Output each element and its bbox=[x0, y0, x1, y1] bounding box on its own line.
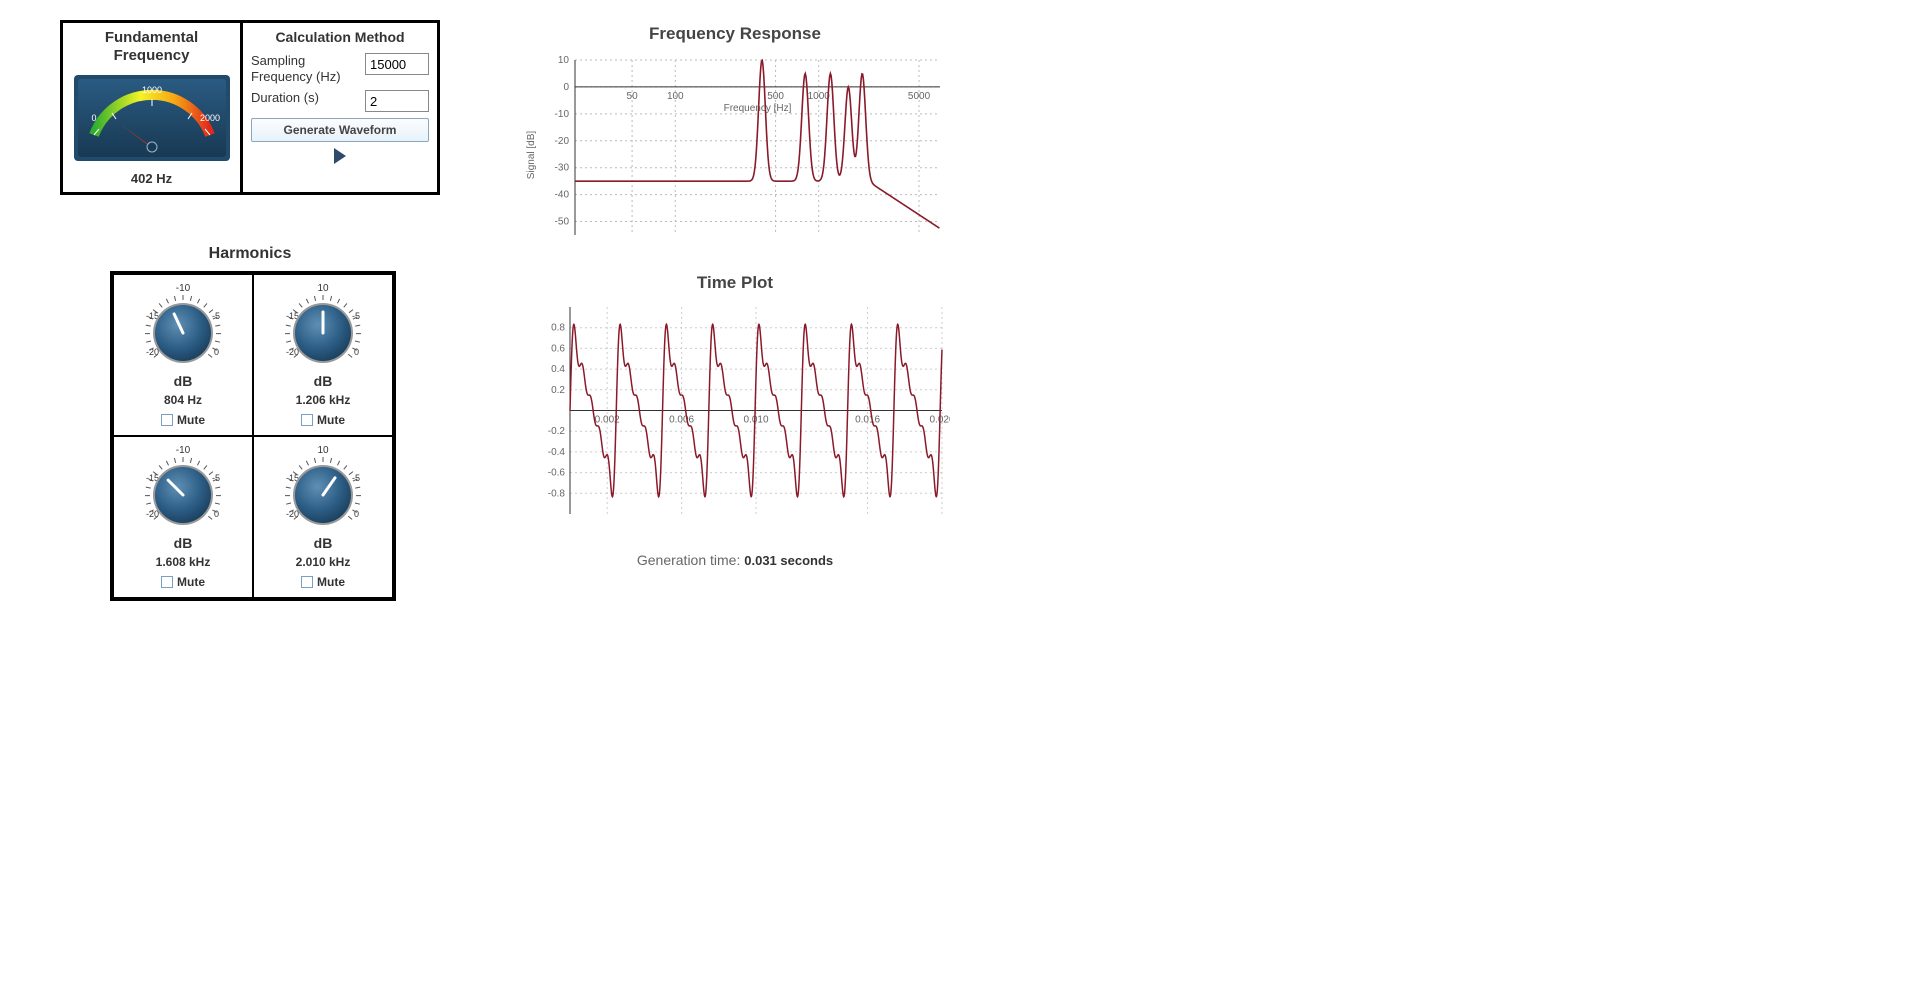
svg-text:0.6: 0.6 bbox=[551, 343, 565, 354]
svg-text:-30: -30 bbox=[555, 163, 570, 174]
mute-label: Mute bbox=[317, 575, 345, 589]
db-label: dB bbox=[258, 373, 388, 389]
generation-time-row: Generation time: 0.031 seconds bbox=[520, 552, 950, 568]
harmonic-freq-1: 804 Hz bbox=[118, 393, 248, 407]
duration-input[interactable] bbox=[365, 90, 429, 112]
svg-text:-5: -5 bbox=[352, 473, 360, 483]
harmonic-freq-3: 1.608 kHz bbox=[118, 555, 248, 569]
svg-text:500: 500 bbox=[767, 91, 784, 102]
harmonic-freq-2: 1.206 kHz bbox=[258, 393, 388, 407]
generate-waveform-button[interactable]: Generate Waveform bbox=[251, 118, 429, 142]
svg-text:-0.8: -0.8 bbox=[548, 488, 566, 499]
svg-text:0.8: 0.8 bbox=[551, 323, 565, 334]
fundamental-frequency-box: Fundamental Frequency bbox=[63, 23, 243, 192]
time-plot-chart: -0.8-0.6-0.4-0.20.20.40.60.80.0020.0060.… bbox=[520, 299, 950, 529]
frequency-response-chart: -50 -40 -30 -20 -10 0 10 50 100 500 1000 5000 Freque… bbox=[520, 50, 950, 260]
svg-text:0.010: 0.010 bbox=[743, 415, 768, 426]
svg-text:-10: -10 bbox=[555, 109, 570, 120]
svg-text:10: 10 bbox=[317, 445, 329, 456]
svg-text:-10: -10 bbox=[176, 283, 191, 294]
db-label: dB bbox=[118, 373, 248, 389]
mute-label: Mute bbox=[317, 413, 345, 427]
svg-text:2000: 2000 bbox=[199, 113, 219, 123]
svg-text:100: 100 bbox=[667, 91, 684, 102]
harmonics-grid: -10 -15 -5 -20 0 dB 804 Hz Mute 10 -15 -… bbox=[110, 271, 396, 601]
harmonic-knob-1[interactable]: -10 -15 -5 -20 0 bbox=[138, 281, 228, 371]
svg-text:Signal [dB]: Signal [dB] bbox=[526, 131, 537, 180]
calculation-title: Calculation Method bbox=[251, 29, 429, 45]
svg-text:-20: -20 bbox=[555, 136, 570, 147]
svg-text:-0.4: -0.4 bbox=[548, 447, 566, 458]
harmonics-title: Harmonics bbox=[110, 245, 390, 263]
calculation-box: Calculation Method Sampling Frequency (H… bbox=[243, 23, 437, 192]
svg-text:5000: 5000 bbox=[908, 91, 931, 102]
db-label: dB bbox=[258, 535, 388, 551]
svg-text:50: 50 bbox=[627, 91, 639, 102]
harmonic-freq-4: 2.010 kHz bbox=[258, 555, 388, 569]
svg-text:0: 0 bbox=[354, 509, 359, 519]
fundamental-title: Fundamental Frequency bbox=[69, 29, 234, 65]
svg-text:Frequency [Hz]: Frequency [Hz] bbox=[724, 103, 792, 114]
svg-text:-40: -40 bbox=[555, 190, 570, 201]
mute-checkbox-3[interactable] bbox=[161, 576, 173, 588]
play-icon[interactable] bbox=[334, 148, 346, 164]
mute-checkbox-4[interactable] bbox=[301, 576, 313, 588]
svg-text:0.4: 0.4 bbox=[551, 364, 565, 375]
svg-text:1000: 1000 bbox=[808, 91, 831, 102]
svg-text:-50: -50 bbox=[555, 217, 570, 228]
generation-time-label: Generation time: bbox=[637, 552, 741, 568]
svg-text:-0.6: -0.6 bbox=[548, 468, 566, 479]
top-panel: Fundamental Frequency bbox=[60, 20, 440, 195]
harmonic-cell-1: -10 -15 -5 -20 0 dB 804 Hz Mute bbox=[113, 274, 253, 436]
mute-label: Mute bbox=[177, 413, 205, 427]
frequency-gauge[interactable]: 0 1000 2000 bbox=[72, 73, 232, 163]
svg-text:0: 0 bbox=[354, 347, 359, 357]
svg-text:-5: -5 bbox=[212, 473, 220, 483]
svg-text:-10: -10 bbox=[176, 445, 191, 456]
db-label: dB bbox=[118, 535, 248, 551]
harmonic-knob-4[interactable]: 10 -15 -5 -20 0 bbox=[278, 443, 368, 533]
harmonic-knob-2[interactable]: 10 -15 -5 -20 0 bbox=[278, 281, 368, 371]
freq-response-title: Frequency Response bbox=[520, 24, 950, 44]
svg-text:-0.2: -0.2 bbox=[548, 426, 566, 437]
svg-text:0: 0 bbox=[214, 509, 219, 519]
mute-checkbox-1[interactable] bbox=[161, 414, 173, 426]
svg-text:0: 0 bbox=[91, 113, 96, 123]
svg-text:0: 0 bbox=[214, 347, 219, 357]
mute-label: Mute bbox=[177, 575, 205, 589]
svg-text:-5: -5 bbox=[212, 311, 220, 321]
sampling-input[interactable] bbox=[365, 53, 429, 75]
svg-text:-5: -5 bbox=[352, 311, 360, 321]
sampling-label: Sampling Frequency (Hz) bbox=[251, 53, 359, 84]
generation-time-value: 0.031 seconds bbox=[744, 553, 833, 568]
svg-text:0.016: 0.016 bbox=[855, 415, 880, 426]
svg-text:0: 0 bbox=[563, 82, 569, 93]
harmonic-cell-2: 10 -15 -5 -20 0 dB 1.206 kHz Mute bbox=[253, 274, 393, 436]
harmonic-cell-4: 10 -15 -5 -20 0 dB 2.010 kHz Mute bbox=[253, 436, 393, 598]
harmonic-cell-3: -10 -15 -5 -20 0 dB 1.608 kHz Mute bbox=[113, 436, 253, 598]
harmonic-knob-3[interactable]: -10 -15 -5 -20 0 bbox=[138, 443, 228, 533]
frequency-response-section: Frequency Response -50 -40 -30 -20 -10 0 10 50 1… bbox=[520, 24, 950, 263]
fundamental-value: 402 Hz bbox=[69, 171, 234, 186]
time-plot-section: Time Plot -0.8 -0.6 -0.4 -0.2 0.2 0.4 0.6 0.8 0.… bbox=[520, 273, 950, 532]
time-plot-title: Time Plot bbox=[520, 273, 950, 293]
svg-text:1000: 1000 bbox=[141, 85, 161, 95]
mute-checkbox-2[interactable] bbox=[301, 414, 313, 426]
svg-text:0.2: 0.2 bbox=[551, 385, 565, 396]
svg-text:10: 10 bbox=[558, 55, 570, 66]
svg-text:0.006: 0.006 bbox=[669, 415, 694, 426]
svg-text:10: 10 bbox=[317, 283, 329, 294]
duration-label: Duration (s) bbox=[251, 90, 359, 106]
